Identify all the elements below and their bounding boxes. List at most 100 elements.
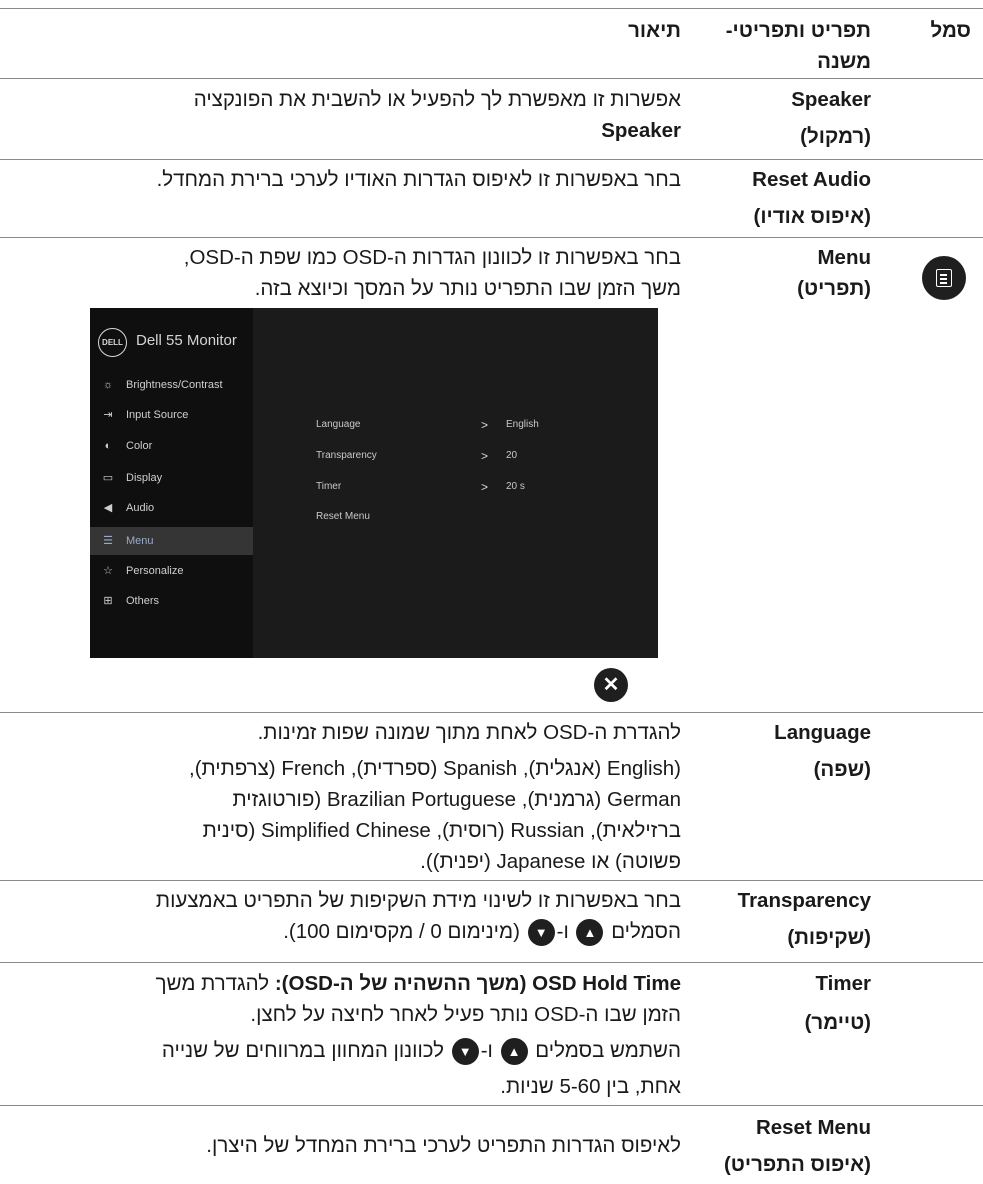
language-name: Language (שפה): [681, 717, 871, 785]
timer-desc-line3: השתמש בסמלים ▲ ו-▼ לכוונון המחוון במרווח…: [9, 1035, 681, 1066]
osd-item-label: Display: [126, 472, 163, 484]
osd-option-transparency: Transparency: [316, 450, 377, 461]
text-fragment: לכוונון המחוון במרווחים של שנייה: [161, 1039, 444, 1062]
osd-menu-table: סמל תפריט ותפריטי- משנה תיאור Speaker (ר…: [0, 0, 983, 1184]
menu-name-he: (תפריט): [797, 277, 871, 300]
transparency-name: Transparency (שקיפות): [681, 885, 871, 953]
timer-desc-line2: הזמן שבו ה-OSD נותר פעיל לאחר לחיצה על ל…: [250, 1003, 681, 1026]
dell-logo: DELL: [98, 328, 127, 357]
osd-item-label: Menu: [126, 535, 154, 547]
language-description: להגדרת ה-OSD לאחת מתוך שמונה שפות זמינות…: [9, 717, 681, 877]
chevron-right-icon: >: [481, 449, 489, 463]
header-symbol: סמל: [930, 19, 971, 42]
osd-monitor-title: Dell 55 Monitor: [136, 332, 237, 349]
text-fragment: ו-: [556, 920, 569, 943]
menu-list-icon: [922, 256, 966, 300]
text-fragment: השתמש בסמלים: [535, 1039, 681, 1062]
transparency-desc-line1: בחר באפשרות זו לשינוי מידת השקיפות של הת…: [155, 889, 681, 912]
star-icon: ☆: [103, 565, 113, 577]
menu-name-en: Menu: [817, 246, 871, 269]
osd-item-label: Others: [126, 595, 160, 607]
timer-name: Timer (טיימר): [681, 968, 871, 1038]
menu-desc-line2: משך הזמן שבו התפריט נותר על המסך וכיוצא …: [254, 277, 681, 300]
osd-item-audio: ◀ Audio: [90, 496, 253, 520]
text-fragment: הסמלים: [611, 920, 681, 943]
transparency-desc-line2: הסמלים ▲ ו-▼ (מינימום 0 / מקסימום 100).: [9, 916, 681, 947]
osd-option-language-value: English: [506, 419, 539, 430]
speaker-desc-line1: אפשרות זו מאפשרת לך להפעיל או להשבית את …: [193, 88, 681, 111]
transparency-description: בחר באפשרות זו לשינוי מידת השקיפות של הת…: [9, 885, 681, 947]
menu-desc-line1: בחר באפשרות זו לכוונון הגדרות ה-OSD כמו …: [183, 246, 681, 269]
header-description: תיאור: [628, 19, 681, 42]
osd-option-reset-menu: Reset Menu: [316, 511, 370, 522]
input-source-icon: ⇥: [103, 409, 113, 421]
language-desc-line2: (English (אנגלית), Spanish (ספרדית), Fre…: [189, 757, 681, 780]
reset-menu-name-he: (איפוס התפריט): [723, 1153, 871, 1176]
chevron-right-icon: >: [481, 418, 489, 432]
osd-item-brightness-contrast: ☼ Brightness/Contrast: [90, 373, 253, 397]
transparency-name-he: (שקיפות): [787, 926, 871, 949]
chevron-right-icon: >: [481, 480, 489, 494]
language-name-en: Language: [774, 721, 871, 744]
osd-item-label: Input Source: [126, 409, 189, 421]
language-desc-line1: להגדרת ה-OSD לאחת מתוך שמונה שפות זמינות…: [257, 721, 681, 744]
speaker-desc-line2: Speaker: [601, 119, 681, 142]
osd-item-others: ⊞ Others: [90, 589, 253, 613]
language-desc-line3: German (גרמנית), Brazilian Portuguese (פ…: [232, 788, 681, 811]
reset-menu-name: Reset Menu (איפוס התפריט): [681, 1112, 871, 1180]
language-name-he: (שפה): [813, 758, 871, 781]
row-rule: [0, 1105, 983, 1106]
row-rule: [0, 880, 983, 881]
row-rule: [0, 712, 983, 713]
transparency-name-en: Transparency: [737, 889, 871, 912]
osd-item-personalize: ☆ Personalize: [90, 559, 253, 583]
osd-item-label: Color: [126, 440, 153, 452]
table-top-rule: [0, 8, 983, 9]
reset-audio-name-he: (איפוס אודיו): [753, 205, 871, 228]
osd-item-label: Brightness/Contrast: [126, 379, 223, 391]
up-arrow-icon: ▲: [500, 1038, 528, 1066]
osd-item-label: Audio: [126, 502, 155, 514]
speaker-name-he: (רמקול): [800, 125, 871, 148]
row-rule: [0, 962, 983, 963]
timer-description: OSD Hold Time (משך ההשהיה של ה-OSD): להג…: [9, 968, 681, 1102]
row-rule: [0, 237, 983, 238]
brightness-icon: ☼: [102, 379, 114, 391]
header-menu-submenu-line1: תפריט ותפריטי-: [725, 19, 871, 42]
osd-item-input-source: ⇥ Input Source: [90, 403, 253, 427]
osd-item-color: ◐ Color: [90, 434, 253, 458]
reset-audio-name-en: Reset Audio: [752, 168, 871, 191]
close-icon: ✕: [594, 668, 628, 702]
timer-name-en: Timer: [815, 972, 871, 995]
reset-audio-description: בחר באפשרות זו לאיפוס הגדרות האודיו לערכ…: [156, 168, 681, 191]
text-fragment: (מינימום 0 / מקסימום 100).: [283, 920, 520, 943]
timer-name-he: (טיימר): [804, 1011, 871, 1034]
speaker-icon: ◀: [103, 502, 113, 514]
timer-desc-line4: אחת, בין 5-60 שניות.: [500, 1075, 681, 1098]
color-palette-icon: ◐: [104, 440, 112, 452]
osd-option-language: Language: [316, 419, 361, 430]
osd-item-menu: ☰ Menu: [90, 527, 253, 555]
row-rule: [0, 78, 983, 79]
osd-option-transparency-value: 20: [506, 450, 518, 461]
reset-menu-name-en: Reset Menu: [755, 1116, 871, 1139]
down-arrow-icon: ▼: [527, 919, 555, 947]
osd-item-display: ▭ Display: [90, 466, 253, 490]
menu-icon: ☰: [103, 535, 113, 547]
speaker-description: אפשרות זו מאפשרת לך להפעיל או להשבית את …: [9, 84, 681, 146]
osd-option-timer: Timer: [316, 481, 342, 492]
osd-sidebar: DELL Dell 55 Monitor ☼ Brightness/Contra…: [90, 308, 253, 658]
speaker-name: Speaker (רמקול): [681, 84, 871, 152]
display-icon: ▭: [102, 472, 114, 484]
language-desc-line5: פשוטה) או Japanese (יפנית)).: [420, 850, 681, 873]
speaker-name-en: Speaker: [791, 88, 871, 111]
menu-name: Menu (תפריט): [681, 242, 871, 304]
reset-menu-description: לאיפוס הגדרות התפריט לערכי ברירת המחדל ש…: [206, 1134, 681, 1157]
text-fragment: ו-: [480, 1039, 493, 1062]
others-icon: ⊞: [103, 595, 113, 607]
header-menu-submenu-line2: משנה: [817, 50, 871, 73]
language-desc-line4: ברזילאית), Russian (רוסית), Simplified C…: [202, 819, 681, 842]
down-arrow-icon: ▼: [451, 1038, 479, 1066]
text-fragment: להגדרת משך: [155, 972, 270, 995]
osd-option-timer-value: 20 s: [506, 481, 525, 492]
